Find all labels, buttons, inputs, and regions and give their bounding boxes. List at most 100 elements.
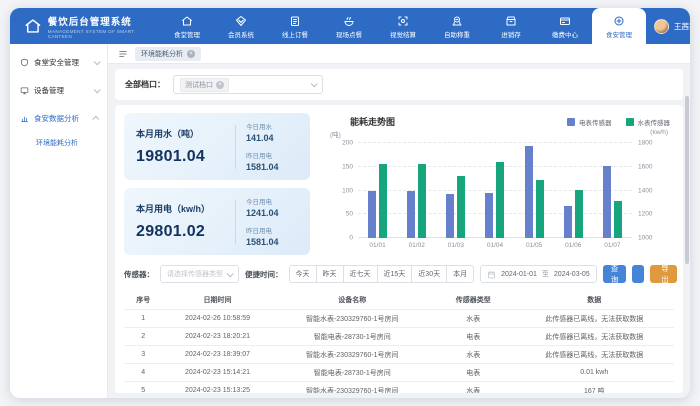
table-cell: 2 [124, 328, 163, 346]
nav-item-label: 视觉结算 [390, 29, 416, 39]
legend-item[interactable]: 电表传感器 [567, 117, 612, 127]
table-cell: 2024-02-23 18:20:21 [163, 328, 273, 346]
safety-management-icon [20, 58, 29, 67]
self-weigh-icon [451, 15, 463, 27]
quick-time-last-15-days[interactable]: 近15天 [377, 265, 413, 283]
legend-item[interactable]: 水表传感器 [626, 117, 671, 127]
bar-电表传感器-01/06 [564, 206, 572, 238]
yesterday-label: 昨日用电 [246, 150, 298, 160]
legend-swatch [567, 118, 575, 126]
menu-icon [118, 49, 128, 59]
nav-item-self-weigh[interactable]: 自助称重 [430, 8, 484, 44]
main-area: 环境能耗分析 × 全部档口： 测试档口 × [108, 44, 690, 398]
sidebar-item-label: 设备管理 [34, 85, 64, 96]
date-range-picker[interactable]: 2024-01-01 至 2024-03-05 [480, 265, 597, 283]
quick-time-today[interactable]: 今天 [289, 265, 317, 283]
safety-management-icon [20, 58, 29, 67]
x-axis-label: 01/02 [397, 242, 436, 249]
table-cell: 智能电表-28730-1号房间 [273, 364, 433, 382]
electric-stat-title: 本月用电（kw/h） [136, 202, 225, 215]
quick-time-last-30-days[interactable]: 近30天 [411, 265, 447, 283]
export-button[interactable]: 导出 [650, 265, 677, 283]
table-cell: 167 吨 [515, 382, 675, 394]
nav-item-dine-in-order[interactable]: 现场点餐 [322, 8, 376, 44]
bar-group-01/07 [593, 143, 632, 238]
canteen-icon [181, 15, 193, 27]
x-axis-label: 01/01 [358, 242, 397, 249]
tag-close-icon[interactable]: × [216, 81, 224, 89]
bar-group-01/02 [397, 143, 436, 238]
x-axis-label: 01/07 [593, 242, 632, 249]
sensor-select-placeholder: 请选择传感器类型 [167, 269, 223, 279]
bar-水表传感器-01/05 [536, 180, 544, 238]
sidebar-subitem-energy-analysis[interactable]: 环境能耗分析 [10, 132, 107, 154]
bar-电表传感器-01/03 [446, 194, 454, 238]
date-end[interactable]: 2024-03-05 [554, 271, 590, 278]
water-stat-value: 19801.04 [136, 148, 225, 166]
x-axis-label: 01/05 [515, 242, 554, 249]
legend-swatch [626, 118, 634, 126]
data-analysis-icon [20, 114, 29, 123]
date-start[interactable]: 2024-01-01 [501, 271, 537, 278]
stall-select[interactable]: 测试档口 × [173, 75, 323, 94]
chevron-down-icon [227, 270, 234, 277]
electric-stat-value: 29801.02 [136, 223, 225, 241]
water-stat-card: 本月用水（吨） 19801.04 今日用水 141.04 昨日用电 [124, 113, 310, 180]
bar-group-01/01 [358, 143, 397, 238]
menu-icon[interactable] [118, 49, 128, 59]
sensor-filter-label: 传感器： [124, 269, 154, 280]
table-cell: 智能水表-230329760-1号房间 [273, 346, 433, 364]
payment-icon [559, 15, 571, 27]
quick-time-last-7-days[interactable]: 近七天 [343, 265, 378, 283]
self-weigh-icon [451, 15, 463, 27]
user-menu[interactable]: 王茜茜，采购经理 ⋮ [646, 8, 690, 44]
nav-item-label: 进销存 [501, 29, 521, 39]
today-electric-value: 1241.04 [246, 208, 298, 218]
nav-item-member-system[interactable]: 会员系统 [214, 8, 268, 44]
content-card: 本月用水（吨） 19801.04 今日用水 141.04 昨日用电 [115, 105, 683, 393]
refresh-button[interactable] [632, 265, 644, 283]
inventory-icon [505, 15, 517, 27]
today-electric-label: 今日用电 [246, 196, 298, 206]
vertical-scrollbar[interactable] [685, 96, 689, 264]
nav-item-canteen-mgmt[interactable]: 食堂管理 [160, 8, 214, 44]
sensor-type-select[interactable]: 请选择传感器类型 [160, 265, 239, 283]
energy-trend-chart: 能耗走势图 电表传感器水表传感器 (吨) (kw/h) 010005012001… [322, 113, 674, 255]
table-cell: 0.01 kwh [515, 364, 675, 382]
bar-group-01/06 [554, 143, 593, 238]
table-header: 日期时间 [163, 291, 273, 310]
right-axis-unit: (kw/h) [650, 129, 668, 136]
query-toolbar: 传感器： 请选择传感器类型 便捷时间： 今天昨天近七天近15天近30天本月 20… [124, 265, 674, 283]
table-cell: 水表 [432, 310, 515, 328]
sidebar-item-canteen-safety-mgmt[interactable]: 食堂安全管理 [10, 48, 107, 76]
left-axis-tick: 200 [342, 140, 353, 147]
online-order-icon [289, 15, 301, 27]
chevron-down-icon [311, 80, 318, 87]
nav-item-food-safety[interactable]: 食安管理 [592, 8, 646, 44]
chevron-up-icon [92, 115, 99, 122]
sidebar-item-food-safety-analysis[interactable]: 食安数据分析 [10, 104, 107, 132]
tab-close-icon[interactable]: × [187, 50, 195, 58]
avatar[interactable] [654, 19, 669, 34]
table-cell: 2024-02-23 15:13:25 [163, 382, 273, 394]
nav-item-payment-center[interactable]: 缴费中心 [538, 8, 592, 44]
nav-item-inventory[interactable]: 进销存 [484, 8, 538, 44]
quick-time-this-month[interactable]: 本月 [446, 265, 474, 283]
quick-time-label: 便捷时间： [245, 269, 283, 280]
online-order-icon [289, 15, 301, 27]
sidebar-item-device-mgmt[interactable]: 设备管理 [10, 76, 107, 104]
tab-energy-analysis[interactable]: 环境能耗分析 × [135, 47, 201, 61]
bar-group-01/04 [475, 143, 514, 238]
top-navigation: 食堂管理会员系统线上订餐现场点餐视觉结算 自助称重进销存 缴费中心 食安管理 [160, 8, 646, 44]
quick-time-yesterday[interactable]: 昨天 [316, 265, 344, 283]
bar-水表传感器-01/01 [379, 164, 387, 238]
selected-stall-tag[interactable]: 测试档口 × [180, 78, 229, 92]
bar-水表传感器-01/04 [496, 162, 504, 238]
nav-item-vision-checkout[interactable]: 视觉结算 [376, 8, 430, 44]
nav-item-online-order[interactable]: 线上订餐 [268, 8, 322, 44]
search-button[interactable]: 查询 [603, 265, 627, 283]
nav-item-label: 缴费中心 [552, 29, 578, 39]
tabs-bar: 环境能耗分析 × [108, 44, 690, 64]
right-axis-tick: 1000 [638, 235, 652, 242]
table-cell: 水表 [432, 346, 515, 364]
